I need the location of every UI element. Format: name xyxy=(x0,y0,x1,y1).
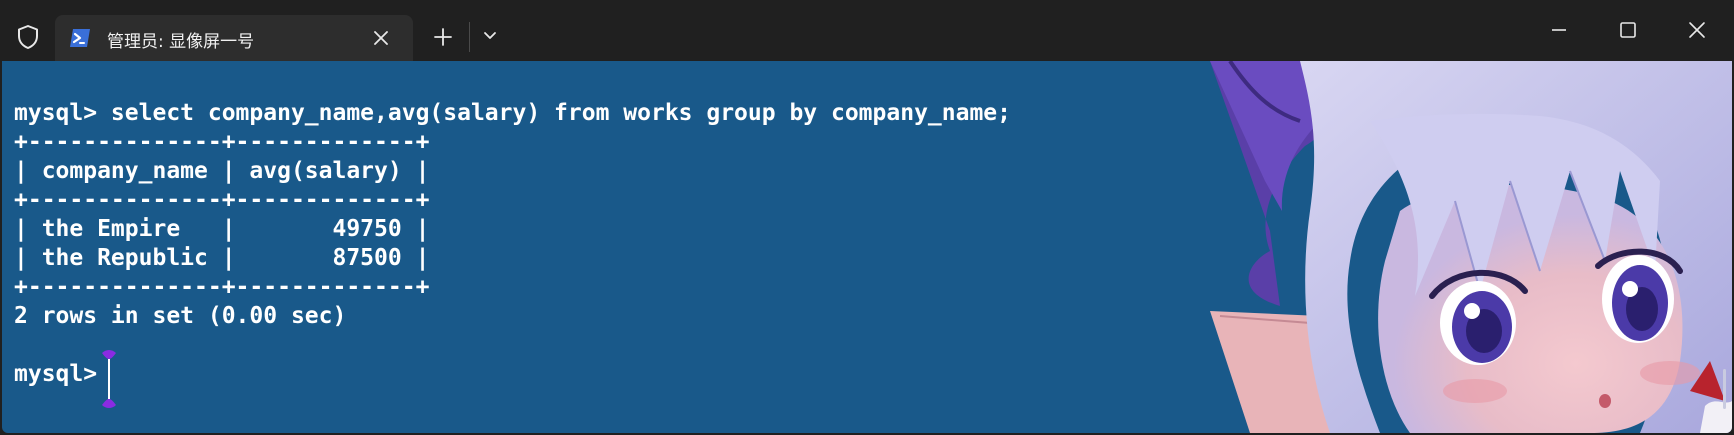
title-bar[interactable]: 管理员: 显像屏一号 xyxy=(0,0,1734,61)
result-summary: 2 rows in set (0.00 sec) xyxy=(14,303,347,329)
table-row: | the Republic | 87500 | xyxy=(14,245,430,271)
tab-divider xyxy=(469,22,470,52)
close-window-icon[interactable] xyxy=(1685,18,1709,42)
table-border: +--------------+-------------+ xyxy=(14,274,430,300)
shield-icon xyxy=(18,25,38,49)
tab-terminal[interactable]: 管理员: 显像屏一号 xyxy=(55,15,413,61)
table-border: +--------------+-------------+ xyxy=(14,187,430,213)
minimize-icon[interactable] xyxy=(1547,18,1571,42)
terminal-output: mysql> select company_name,avg(salary) f… xyxy=(14,99,1011,389)
powershell-icon xyxy=(70,29,90,47)
chevron-down-icon[interactable] xyxy=(480,28,500,44)
mysql-prompt: mysql> xyxy=(14,361,111,387)
table-border: +--------------+-------------+ xyxy=(14,129,430,155)
scrollbar-thumb[interactable] xyxy=(1723,369,1726,409)
anime-character-background-image xyxy=(1210,61,1732,433)
text-cursor-icon xyxy=(102,350,116,408)
table-header-row: | company_name | avg(salary) | xyxy=(14,158,430,184)
tab-title: 管理员: 显像屏一号 xyxy=(107,32,255,52)
maximize-icon[interactable] xyxy=(1616,18,1640,42)
tab-close-icon[interactable] xyxy=(371,28,391,48)
terminal-window: 管理员: 显像屏一号 mysql> select company_name,av… xyxy=(0,0,1734,435)
terminal-line: mysql> select company_name,avg(salary) f… xyxy=(14,100,1011,126)
terminal-pane[interactable]: mysql> select company_name,avg(salary) f… xyxy=(2,61,1732,433)
table-row: | the Empire | 49750 | xyxy=(14,216,430,242)
new-tab-plus-icon[interactable] xyxy=(432,26,454,48)
